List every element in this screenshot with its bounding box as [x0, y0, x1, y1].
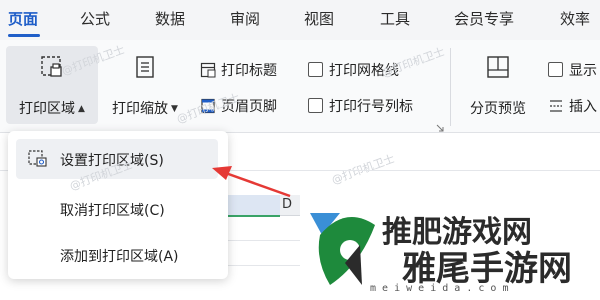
logo-url: m e i w e i d a . c o m: [370, 283, 509, 294]
site-logo: 推肥游戏网 雅尾手游网 m e i w e i d a . c o m: [300, 205, 600, 300]
